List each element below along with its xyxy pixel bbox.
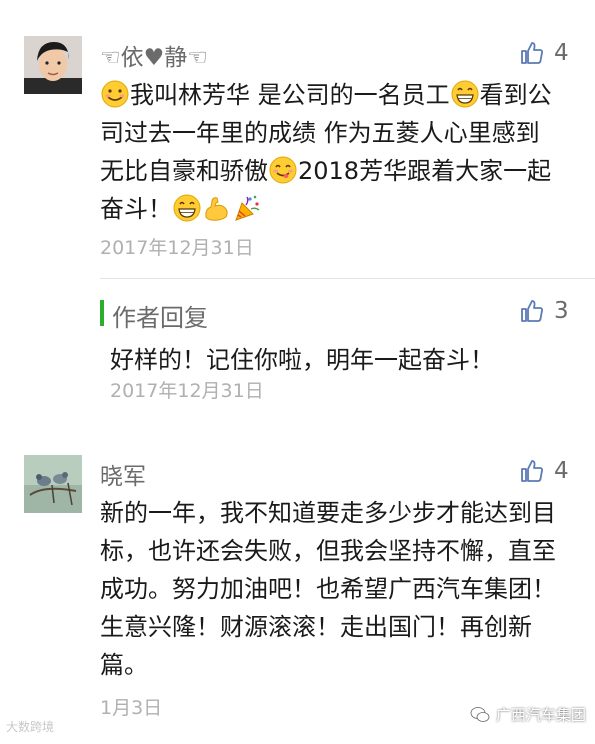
commenter-name[interactable]: 晓军 <box>100 457 146 491</box>
wechat-icon <box>470 706 490 722</box>
watermark-right: 广西汽车集团 <box>470 704 586 725</box>
comment-text: 我叫林芳华 是公司的一名员工 看到公司过去一年里的成绩 作为五菱人心里感到无比自豪… <box>100 76 560 228</box>
watermark-left-text: 大数跨境 <box>6 720 55 734</box>
comment-date: 2017年12月31日 <box>100 237 254 259</box>
thumbs-up-icon <box>521 42 543 64</box>
reply-title: 作者回复 <box>112 304 208 332</box>
text-segment: 我叫林芳华 是公司的一名员工 <box>130 81 450 109</box>
reply-like-button[interactable]: 3 <box>520 298 569 324</box>
commenter-name[interactable]: ☜依♥静☜ <box>100 38 208 72</box>
reply-indicator-bar <box>100 300 104 326</box>
avatar[interactable] <box>24 36 82 94</box>
watermark-left: 大数跨境 <box>6 718 54 735</box>
thumbs-up-icon <box>521 300 543 322</box>
avatar[interactable] <box>24 455 82 513</box>
yum-emoji-icon <box>269 156 297 184</box>
smile-emoji-icon <box>101 80 129 108</box>
like-button[interactable]: 4 <box>520 40 569 66</box>
comment-text: 新的一年，我不知道要走多少步才能达到目标，也许还会失败，但我会坚持不懈，直至成功… <box>100 499 556 679</box>
like-count: 3 <box>554 298 569 324</box>
flexed-biceps-emoji-icon <box>205 197 228 221</box>
watermark-right-text: 广西汽车集团 <box>496 706 587 724</box>
grin-emoji-icon <box>451 80 479 108</box>
reply-text: 好样的！记住你啦，明年一起奋斗！ <box>110 346 494 374</box>
like-count: 4 <box>554 40 569 66</box>
like-count: 4 <box>554 458 569 484</box>
reply-date: 2017年12月31日 <box>110 380 264 402</box>
divider <box>100 278 595 279</box>
thumbs-up-icon <box>521 460 543 482</box>
comment-date: 1月3日 <box>100 697 163 719</box>
like-button[interactable]: 4 <box>520 458 569 484</box>
party-popper-emoji-icon <box>235 195 260 221</box>
grin-emoji-icon <box>173 194 201 222</box>
